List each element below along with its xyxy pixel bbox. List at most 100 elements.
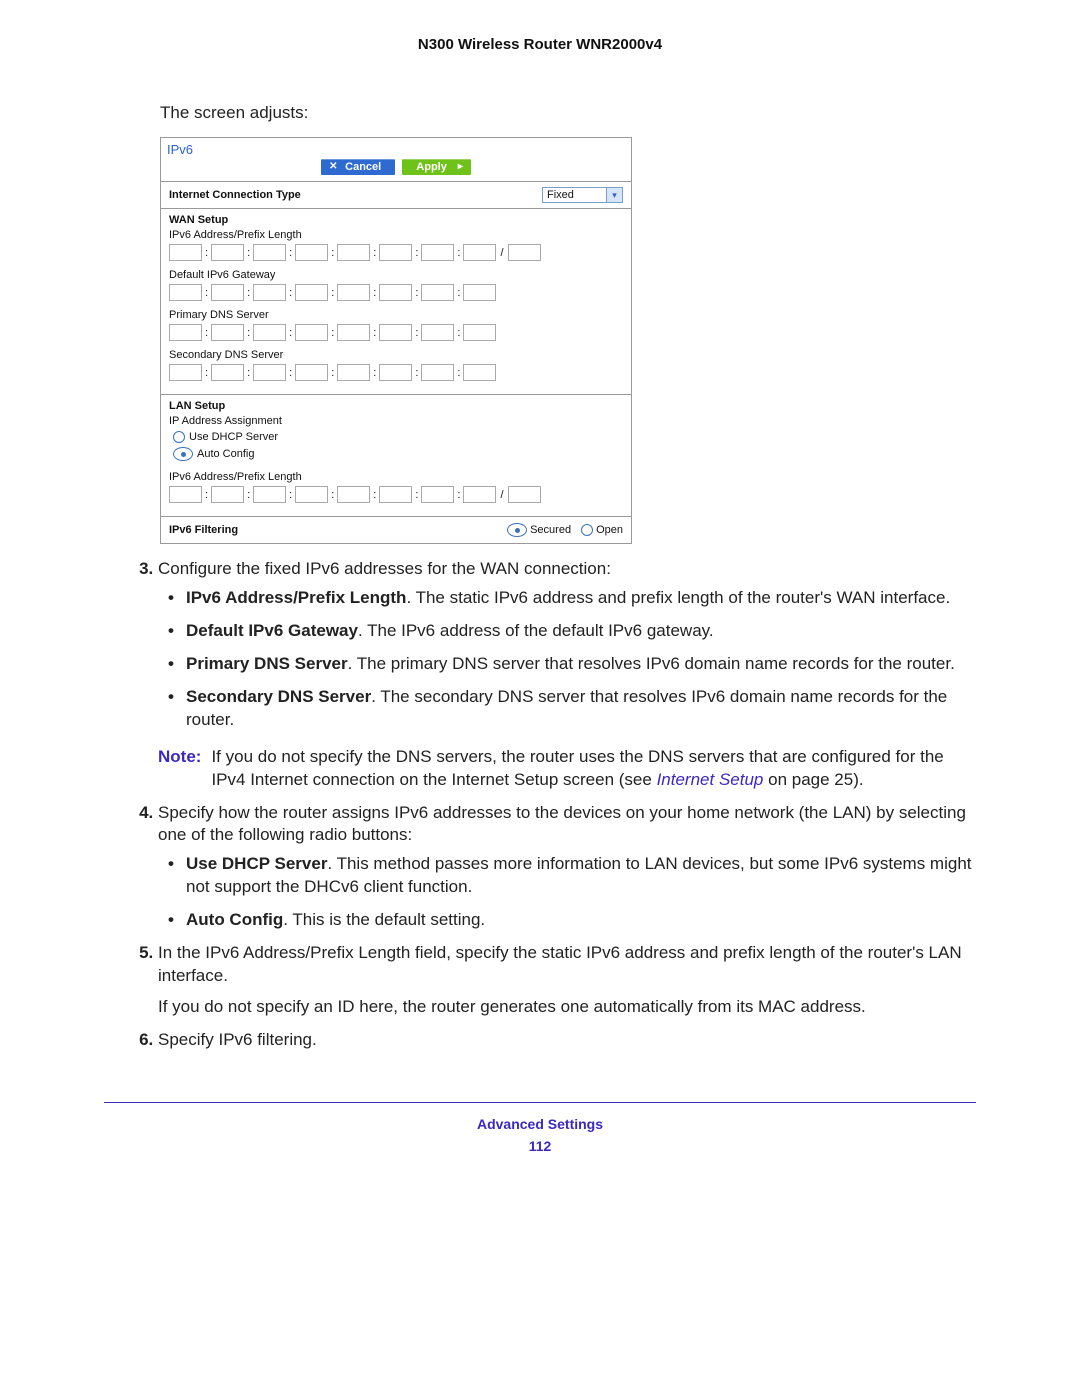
wan-gw-oct-6[interactable] bbox=[379, 284, 412, 301]
pdns-oct-8[interactable] bbox=[463, 324, 496, 341]
internet-setup-link[interactable]: Internet Setup bbox=[657, 770, 764, 789]
sdns-oct-8[interactable] bbox=[463, 364, 496, 381]
use-dhcp-radio-row[interactable]: Use DHCP Server bbox=[169, 429, 623, 445]
pdns-oct-7[interactable] bbox=[421, 324, 454, 341]
apply-button[interactable]: Apply bbox=[402, 159, 471, 175]
secondary-dns-label: Secondary DNS Server bbox=[169, 349, 623, 361]
primary-dns-fields: : : : : : : : bbox=[169, 324, 623, 341]
sdns-oct-7[interactable] bbox=[421, 364, 454, 381]
filter-secured-option[interactable]: Secured bbox=[507, 523, 571, 537]
lan-setup-heading: LAN Setup bbox=[169, 400, 623, 412]
wan-ipv6-oct-3[interactable] bbox=[253, 244, 286, 261]
page-header: N300 Wireless Router WNR2000v4 bbox=[100, 30, 980, 103]
lan-ipv6-oct-7[interactable] bbox=[421, 486, 454, 503]
footer-section: Advanced Settings bbox=[100, 1113, 980, 1135]
cancel-button[interactable]: Cancel bbox=[321, 159, 395, 175]
wan-gw-oct-2[interactable] bbox=[211, 284, 244, 301]
ip-assign-label: IP Address Assignment bbox=[169, 415, 623, 427]
list-item: Secondary DNS Server. The secondary DNS … bbox=[186, 686, 980, 732]
wan-ipv6-addr-label: IPv6 Address/Prefix Length bbox=[169, 229, 623, 241]
sdns-oct-4[interactable] bbox=[295, 364, 328, 381]
primary-dns-label: Primary DNS Server bbox=[169, 309, 623, 321]
lan-setup-block: LAN Setup IP Address Assignment Use DHCP… bbox=[161, 395, 631, 516]
step-5-text: In the IPv6 Address/Prefix Length field,… bbox=[158, 943, 962, 985]
list-item: Use DHCP Server. This method passes more… bbox=[186, 853, 980, 899]
internet-connection-type-value: Fixed bbox=[542, 187, 607, 203]
pdns-oct-4[interactable] bbox=[295, 324, 328, 341]
lan-ipv6-oct-6[interactable] bbox=[379, 486, 412, 503]
page-footer: Advanced Settings 112 bbox=[100, 1113, 980, 1158]
note-block: Note: If you do not specify the DNS serv… bbox=[158, 746, 980, 792]
step-3: Configure the fixed IPv6 addresses for t… bbox=[158, 558, 980, 792]
lan-ipv6-addr-label: IPv6 Address/Prefix Length bbox=[169, 471, 623, 483]
wan-ipv6-oct-2[interactable] bbox=[211, 244, 244, 261]
wan-setup-heading: WAN Setup bbox=[169, 214, 623, 226]
wan-ipv6-addr-fields: : : : : : : : / bbox=[169, 244, 623, 261]
sdns-oct-2[interactable] bbox=[211, 364, 244, 381]
intro-text: The screen adjusts: bbox=[160, 103, 980, 123]
wan-ipv6-prefix[interactable] bbox=[508, 244, 541, 261]
wan-ipv6-oct-6[interactable] bbox=[379, 244, 412, 261]
pdns-oct-3[interactable] bbox=[253, 324, 286, 341]
wan-gw-oct-4[interactable] bbox=[295, 284, 328, 301]
ipv6-panel: IPv6 Cancel Apply Internet Connection Ty… bbox=[160, 137, 632, 544]
list-item: Auto Config. This is the default setting… bbox=[186, 909, 980, 932]
sdns-oct-6[interactable] bbox=[379, 364, 412, 381]
wan-gw-oct-3[interactable] bbox=[253, 284, 286, 301]
wan-ipv6-oct-1[interactable] bbox=[169, 244, 202, 261]
step-6: Specify IPv6 filtering. bbox=[158, 1029, 980, 1052]
sdns-oct-5[interactable] bbox=[337, 364, 370, 381]
sdns-oct-3[interactable] bbox=[253, 364, 286, 381]
lan-ipv6-oct-8[interactable] bbox=[463, 486, 496, 503]
lan-ipv6-prefix[interactable] bbox=[508, 486, 541, 503]
wan-ipv6-oct-7[interactable] bbox=[421, 244, 454, 261]
step-6-text: Specify IPv6 filtering. bbox=[158, 1030, 317, 1049]
step-3-text: Configure the fixed IPv6 addresses for t… bbox=[158, 559, 611, 578]
wan-gw-oct-1[interactable] bbox=[169, 284, 202, 301]
list-item: Default IPv6 Gateway. The IPv6 address o… bbox=[186, 620, 980, 643]
wan-gw-oct-7[interactable] bbox=[421, 284, 454, 301]
wan-ipv6-oct-5[interactable] bbox=[337, 244, 370, 261]
wan-gateway-fields: : : : : : : : bbox=[169, 284, 623, 301]
step-5: In the IPv6 Address/Prefix Length field,… bbox=[158, 942, 980, 1019]
step-4: Specify how the router assigns IPv6 addr… bbox=[158, 802, 980, 933]
filter-open-label: Open bbox=[596, 524, 623, 536]
wan-gw-oct-8[interactable] bbox=[463, 284, 496, 301]
auto-config-label: Auto Config bbox=[197, 448, 254, 460]
wan-ipv6-oct-8[interactable] bbox=[463, 244, 496, 261]
wan-ipv6-oct-4[interactable] bbox=[295, 244, 328, 261]
instruction-list: Configure the fixed IPv6 addresses for t… bbox=[130, 558, 980, 1052]
wan-setup-block: WAN Setup IPv6 Address/Prefix Length : :… bbox=[161, 209, 631, 394]
pdns-oct-1[interactable] bbox=[169, 324, 202, 341]
internet-connection-type-select[interactable]: Fixed ▾ bbox=[542, 187, 623, 203]
pdns-oct-5[interactable] bbox=[337, 324, 370, 341]
filter-open-option[interactable]: Open bbox=[581, 524, 623, 536]
filter-secured-label: Secured bbox=[530, 524, 571, 536]
pdns-oct-6[interactable] bbox=[379, 324, 412, 341]
sdns-oct-1[interactable] bbox=[169, 364, 202, 381]
lan-ipv6-oct-4[interactable] bbox=[295, 486, 328, 503]
wan-gateway-label: Default IPv6 Gateway bbox=[169, 269, 623, 281]
list-item: Primary DNS Server. The primary DNS serv… bbox=[186, 653, 980, 676]
step-4-text: Specify how the router assigns IPv6 addr… bbox=[158, 803, 966, 845]
lan-ipv6-oct-5[interactable] bbox=[337, 486, 370, 503]
note-label: Note: bbox=[158, 746, 201, 792]
note-text: If you do not specify the DNS servers, t… bbox=[211, 746, 980, 792]
lan-ipv6-oct-3[interactable] bbox=[253, 486, 286, 503]
ipv6-filtering-row: IPv6 Filtering Secured Open bbox=[161, 517, 631, 543]
radio-icon bbox=[507, 523, 527, 537]
panel-title: IPv6 bbox=[161, 138, 631, 159]
radio-icon bbox=[581, 524, 593, 536]
list-item: IPv6 Address/Prefix Length. The static I… bbox=[186, 587, 980, 610]
pdns-oct-2[interactable] bbox=[211, 324, 244, 341]
internet-connection-type-row: Internet Connection Type Fixed ▾ bbox=[161, 182, 631, 208]
ipv6-filtering-label: IPv6 Filtering bbox=[169, 524, 238, 536]
panel-button-bar: Cancel Apply bbox=[161, 159, 631, 181]
auto-config-radio-row[interactable]: Auto Config bbox=[169, 445, 623, 463]
use-dhcp-label: Use DHCP Server bbox=[189, 431, 278, 443]
radio-icon bbox=[173, 447, 193, 461]
lan-ipv6-oct-1[interactable] bbox=[169, 486, 202, 503]
chevron-down-icon: ▾ bbox=[607, 187, 623, 203]
lan-ipv6-oct-2[interactable] bbox=[211, 486, 244, 503]
wan-gw-oct-5[interactable] bbox=[337, 284, 370, 301]
